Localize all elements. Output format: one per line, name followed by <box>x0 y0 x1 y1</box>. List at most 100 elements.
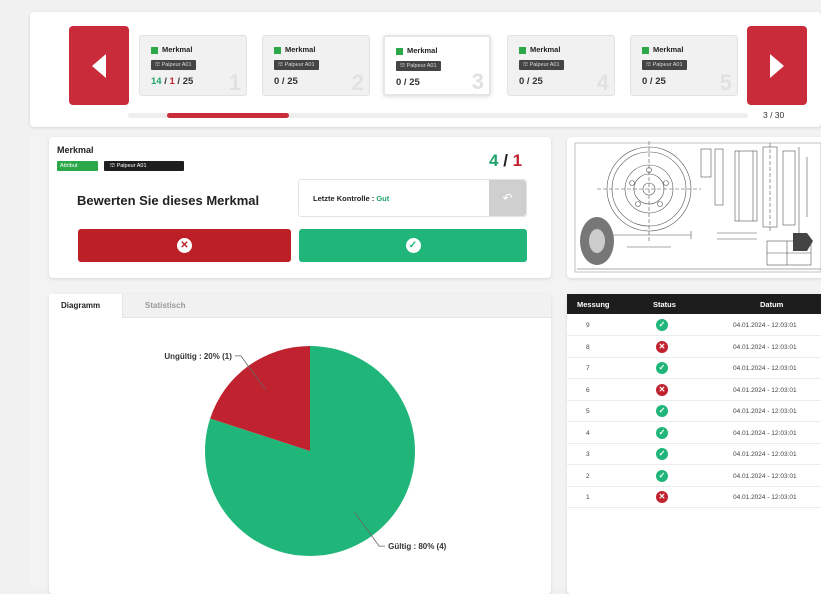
status-square-icon <box>642 47 649 54</box>
measurement-number: 5 <box>586 408 590 415</box>
chart-panel: Diagramm Statistisch Gültig : 80% (4) Ung… <box>49 294 551 594</box>
chevron-right-icon <box>770 53 784 78</box>
check-icon: ✓ <box>656 319 668 331</box>
table-row[interactable]: 4 ✓ 04.01.2024 - 12:03:01 <box>567 423 821 444</box>
app-root: Merkmal ⛫ Palpeur A01 14 / 1 / 25 1 Merk… <box>30 12 821 594</box>
count-done: 14 <box>151 76 162 87</box>
feature-index: 3 <box>471 69 484 94</box>
evaluation-panel: Merkmal Attribut ⛫ Palpeur A01 4 / 1 Bew… <box>49 137 551 278</box>
feature-title: Merkmal <box>57 145 94 155</box>
header-datum: Datum <box>760 300 784 309</box>
tab-statistisch[interactable]: Statistisch <box>133 294 197 318</box>
measurement-date: 04.01.2024 - 12:03:01 <box>733 343 797 351</box>
feature-count: 0 / 25 <box>642 76 666 87</box>
technical-drawing[interactable] <box>567 137 821 278</box>
probe-tag: ⛫ Palpeur A01 <box>274 60 319 70</box>
measurement-date: 04.01.2024 - 12:03:01 <box>733 386 797 394</box>
evaluation-prompt: Bewerten Sie dieses Merkmal <box>77 193 260 208</box>
attribute-badge: Attribut <box>57 161 98 171</box>
measurement-date: 04.01.2024 - 12:03:01 <box>733 365 797 372</box>
feature-card-4[interactable]: Merkmal ⛫ Palpeur A01 0 / 25 4 <box>507 35 615 96</box>
table-row[interactable]: 5 ✓ 04.01.2024 - 12:03:01 <box>567 401 821 422</box>
table-row[interactable]: 7 ✓ 04.01.2024 - 12:03:01 <box>567 358 821 379</box>
table-row[interactable]: 2 ✓ 04.01.2024 - 12:03:01 <box>567 466 821 487</box>
status-square-icon <box>151 47 158 54</box>
check-icon: ✓ <box>656 469 668 482</box>
count-total: 25 <box>182 76 194 87</box>
feature-index: 1 <box>228 70 241 95</box>
measurement-number: 9 <box>586 322 590 329</box>
score-separator: / <box>498 151 513 170</box>
table-row[interactable]: 6 ✕ 04.01.2024 - 12:03:01 <box>567 380 821 401</box>
reject-button[interactable]: ✕ <box>78 229 291 262</box>
measurement-date: 04.01.2024 - 12:03:01 <box>733 494 797 501</box>
count-fail: 1 <box>169 76 175 87</box>
measurement-number: 1 <box>586 494 590 501</box>
status-square-icon <box>274 47 281 54</box>
feature-name: Merkmal <box>530 45 561 54</box>
tab-diagramm[interactable]: Diagramm <box>49 294 123 318</box>
measurement-date: 04.01.2024 - 12:03:01 <box>733 322 797 329</box>
measurement-number: 2 <box>586 472 590 480</box>
feature-count: 0 / 25 <box>519 76 543 87</box>
check-icon: ✓ <box>656 362 668 374</box>
last-control-box: Letzte Kontrolle : Gut ↶ <box>298 179 527 217</box>
undo-button[interactable]: ↶ <box>489 180 526 216</box>
chart-tabs: Diagramm Statistisch <box>49 294 551 318</box>
status-square-icon <box>519 47 526 54</box>
previous-button[interactable] <box>69 26 129 105</box>
status-square-icon <box>396 48 403 55</box>
feature-count: 0 / 25 <box>396 77 420 88</box>
table-row[interactable]: 3 ✓ 04.01.2024 - 12:03:01 <box>567 444 821 465</box>
feature-card-5[interactable]: Merkmal ⛫ Palpeur A01 0 / 25 5 <box>630 35 738 96</box>
feature-card-1[interactable]: Merkmal ⛫ Palpeur A01 14 / 1 / 25 1 <box>139 35 247 96</box>
probe-tag: ⛫ Palpeur A01 <box>396 61 441 71</box>
score-display: 4 / 1 <box>489 151 522 171</box>
measurement-date: 04.01.2024 - 12:03:01 <box>733 451 797 458</box>
table-row[interactable]: 9 ✓ 04.01.2024 - 12:03:01 <box>567 315 821 336</box>
score-bad: 1 <box>512 151 523 170</box>
pie-chart: Gültig : 80% (4) Ungültig : 20% (1) <box>164 346 447 556</box>
pie-label-ungültig: Ungültig : 20% (1) <box>164 352 232 361</box>
feature-card-3[interactable]: Merkmal ⛫ Palpeur A01 0 / 25 3 <box>383 35 491 96</box>
feature-name: Merkmal <box>162 45 193 54</box>
next-button[interactable] <box>747 26 807 105</box>
close-icon: ✕ <box>656 340 668 353</box>
technical-drawing-image <box>574 141 821 273</box>
pie-label-gültig: Gültig : 80% (4) <box>388 542 447 551</box>
table-header: Messung Status Datum <box>567 294 821 314</box>
close-icon: ✕ <box>177 238 192 253</box>
header-messung: Messung <box>577 300 610 309</box>
table-row[interactable]: 1 ✕ 04.01.2024 - 12:03:01 <box>567 487 821 508</box>
measurement-number: 3 <box>586 451 590 458</box>
measurement-number: 8 <box>586 343 590 351</box>
check-icon: ✓ <box>656 405 668 417</box>
measurement-number: 7 <box>586 365 590 372</box>
feature-index: 2 <box>351 70 364 95</box>
table-row[interactable]: 8 ✕ 04.01.2024 - 12:03:01 <box>567 337 821 358</box>
accept-button[interactable]: ✓ <box>299 229 527 262</box>
feature-name: Merkmal <box>407 46 438 55</box>
measurement-date: 04.01.2024 - 12:03:01 <box>733 408 797 415</box>
feature-card-2[interactable]: Merkmal ⛫ Palpeur A01 0 / 25 2 <box>262 35 370 96</box>
feature-index: 4 <box>596 70 609 95</box>
probe-tag: ⛫ Palpeur A01 <box>642 60 687 70</box>
carousel-scrollbar-thumb[interactable] <box>167 113 289 118</box>
close-icon: ✕ <box>656 491 668 503</box>
last-control-text: Letzte Kontrolle : Gut <box>313 194 389 203</box>
close-icon: ✕ <box>656 383 668 396</box>
probe-tag: ⛫ Palpeur A01 <box>151 60 196 70</box>
probe-badge: ⛫ Palpeur A01 <box>104 161 184 171</box>
feature-name: Merkmal <box>285 45 316 54</box>
last-control-label: Letzte Kontrolle : <box>313 194 377 203</box>
measurement-number: 6 <box>586 386 590 394</box>
probe-tag: ⛫ Palpeur A01 <box>519 60 564 70</box>
page-indicator: 3 / 30 <box>763 110 785 120</box>
header-status: Status <box>653 300 676 309</box>
feature-carousel: Merkmal ⛫ Palpeur A01 14 / 1 / 25 1 Merk… <box>30 12 821 127</box>
last-control-value: Gut <box>376 194 390 203</box>
check-icon: ✓ <box>656 426 668 439</box>
measurement-number: 4 <box>586 429 590 437</box>
feature-count: 14 / 1 / 25 <box>151 76 194 87</box>
chevron-left-icon <box>92 53 106 78</box>
